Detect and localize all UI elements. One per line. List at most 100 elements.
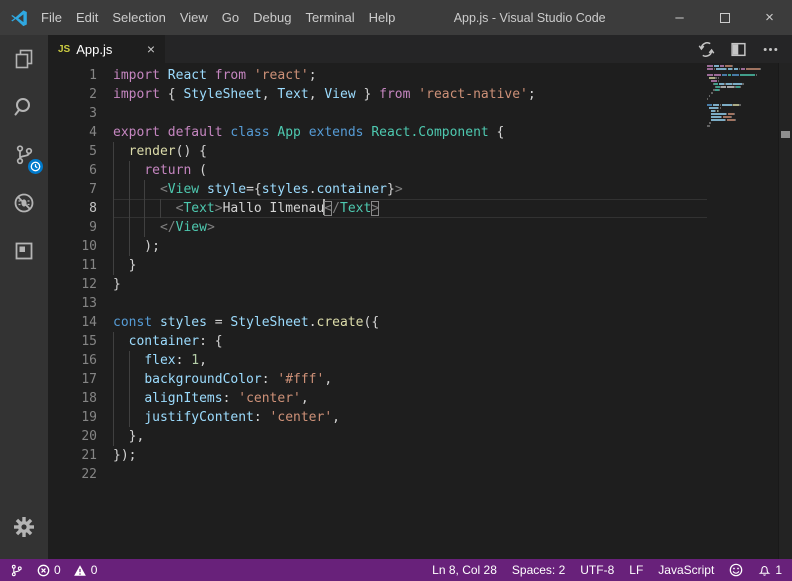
code-line-content[interactable]	[113, 104, 707, 123]
activitybar-explorer[interactable]	[0, 35, 48, 83]
minimap-line	[707, 83, 778, 85]
minimap-line	[707, 77, 778, 79]
menu-selection[interactable]: Selection	[105, 0, 172, 35]
code-token: Text	[340, 201, 371, 216]
indent-guide	[113, 427, 114, 446]
sync-icon[interactable]	[698, 41, 715, 58]
code-token: ,	[199, 353, 207, 368]
code-token: import	[113, 68, 160, 83]
code-token: Hallo Ilmenau	[223, 201, 325, 216]
debug-icon	[12, 191, 36, 215]
menu-edit[interactable]: Edit	[69, 0, 105, 35]
indent-guide	[129, 199, 130, 218]
code-line-content[interactable]: container: {	[113, 332, 707, 351]
code-line-content[interactable]: justifyContent: 'center',	[113, 408, 707, 427]
code-token: alignItems	[144, 391, 222, 406]
code-line: 13	[48, 294, 707, 313]
statusbar-indentation[interactable]: Spaces: 2	[512, 563, 565, 577]
editor-column: JS App.js ×	[48, 35, 792, 559]
code-line: 10 );	[48, 237, 707, 256]
indent-guide	[113, 370, 114, 389]
clock-icon	[30, 161, 41, 172]
code-line-content[interactable]: const styles = StyleSheet.create({	[113, 313, 707, 332]
activitybar-settings[interactable]	[0, 503, 48, 551]
code-token	[152, 315, 160, 330]
code-line: 17 backgroundColor: '#fff',	[48, 370, 707, 389]
statusbar-branch[interactable]	[10, 563, 23, 578]
maximize-button[interactable]	[702, 0, 747, 35]
menu-help[interactable]: Help	[362, 0, 403, 35]
code-line: 11 }	[48, 256, 707, 275]
code-token: 'react-native'	[418, 87, 528, 102]
status-bar: 0 0 Ln 8, Col 28 Spaces: 2 UTF-8 LF Java…	[0, 559, 792, 581]
code-line-content[interactable]: }	[113, 275, 707, 294]
menu-terminal[interactable]: Terminal	[298, 0, 361, 35]
code-line-content[interactable]: flex: 1,	[113, 351, 707, 370]
menu-go[interactable]: Go	[215, 0, 246, 35]
minimize-button[interactable]: –	[657, 0, 702, 35]
code-line-content[interactable]: render() {	[113, 142, 707, 161]
more-actions-icon[interactable]	[762, 41, 779, 58]
code-line-content[interactable]: alignItems: 'center',	[113, 389, 707, 408]
tab-appjs[interactable]: JS App.js ×	[48, 35, 165, 63]
tab-close-icon[interactable]: ×	[147, 42, 155, 56]
code-line: 22	[48, 465, 707, 484]
close-button[interactable]: ×	[747, 0, 792, 35]
code-line-content[interactable]: },	[113, 427, 707, 446]
minimap-line	[707, 65, 778, 67]
statusbar-problems[interactable]: 0 0	[37, 563, 97, 577]
activitybar-debug[interactable]	[0, 179, 48, 227]
indent-guide	[113, 142, 114, 161]
code-line-content[interactable]: });	[113, 446, 707, 465]
indent-guide	[144, 199, 145, 218]
code-token: export	[113, 125, 160, 140]
menu-debug[interactable]: Debug	[246, 0, 298, 35]
warning-icon	[73, 564, 87, 577]
code-line-content[interactable]: return (	[113, 161, 707, 180]
statusbar-cursor-position[interactable]: Ln 8, Col 28	[432, 563, 497, 577]
code-line-content[interactable]: }	[113, 256, 707, 275]
statusbar-encoding[interactable]: UTF-8	[580, 563, 614, 577]
code-token: extends	[309, 125, 364, 140]
code-token: .	[309, 315, 317, 330]
scrollbar[interactable]	[778, 63, 792, 559]
code-area[interactable]: 1import React from 'react';2import { Sty…	[48, 63, 707, 484]
code-line-content[interactable]: export default class App extends React.C…	[113, 123, 707, 142]
indent-guide	[129, 218, 130, 237]
code-line-content[interactable]: import { StyleSheet, Text, View } from '…	[113, 85, 707, 104]
code-line: 18 alignItems: 'center',	[48, 389, 707, 408]
tab-label: App.js	[76, 42, 112, 57]
menu-view[interactable]: View	[173, 0, 215, 35]
code-line-content[interactable]: <View style={styles.container}>	[113, 180, 707, 199]
code-line-content[interactable]: </View>	[113, 218, 707, 237]
line-number: 11	[48, 256, 113, 275]
code-line-content[interactable]: );	[113, 237, 707, 256]
statusbar-right: Ln 8, Col 28 Spaces: 2 UTF-8 LF JavaScri…	[432, 563, 782, 577]
smiley-icon	[729, 563, 743, 577]
code-line-content[interactable]	[113, 465, 707, 484]
code-token	[113, 334, 129, 349]
code-line-content[interactable]: <Text>Hallo Ilmenau</Text>	[113, 199, 707, 218]
line-number: 1	[48, 66, 113, 85]
code-line-content[interactable]: backgroundColor: '#fff',	[113, 370, 707, 389]
minimap[interactable]	[707, 65, 778, 131]
code-line-content[interactable]	[113, 294, 707, 313]
activitybar-search[interactable]	[0, 83, 48, 131]
activitybar-extensions[interactable]	[0, 227, 48, 275]
code-line-content[interactable]: import React from 'react';	[113, 66, 707, 85]
activitybar-source-control[interactable]	[0, 131, 48, 179]
menu-file[interactable]: File	[34, 0, 69, 35]
statusbar-notifications[interactable]: 1	[758, 563, 782, 577]
code-token	[160, 68, 168, 83]
code-token: StyleSheet	[183, 87, 261, 102]
code-token	[113, 182, 160, 197]
statusbar-feedback[interactable]	[729, 563, 743, 577]
line-number: 8	[48, 199, 113, 218]
code-token: return	[144, 163, 191, 178]
statusbar-eol[interactable]: LF	[629, 563, 643, 577]
code-token: render	[129, 144, 176, 159]
indent-guide	[160, 199, 161, 218]
line-number: 21	[48, 446, 113, 465]
split-editor-icon[interactable]	[730, 41, 747, 58]
statusbar-language[interactable]: JavaScript	[658, 563, 714, 577]
